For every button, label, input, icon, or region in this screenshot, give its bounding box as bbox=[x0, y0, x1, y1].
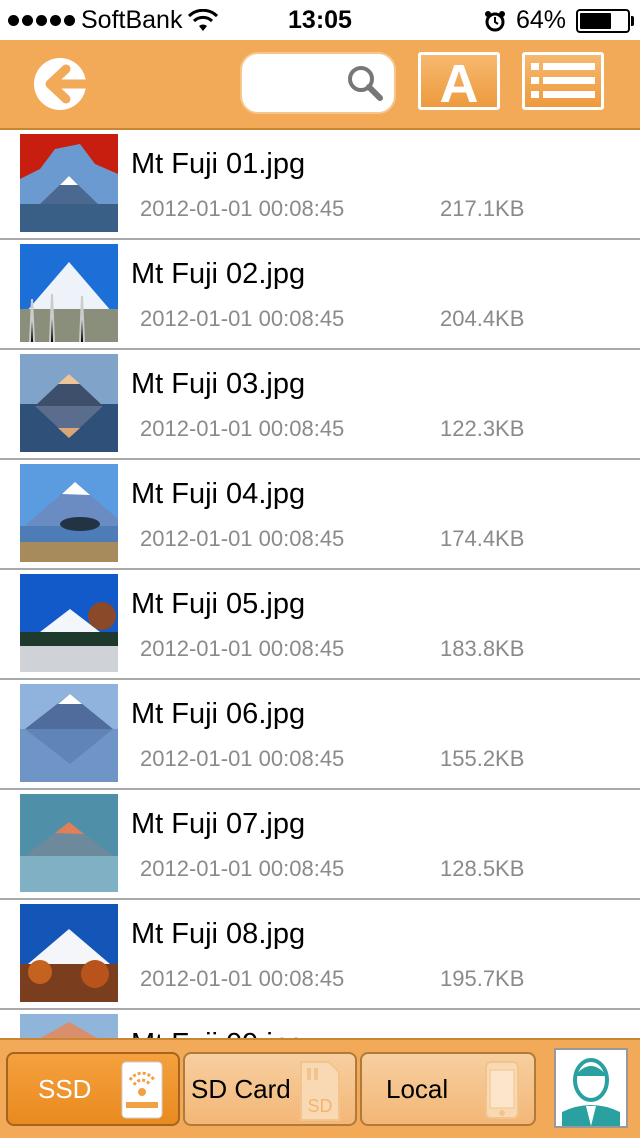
file-date: 2012-01-01 00:08:45 bbox=[140, 416, 345, 441]
sd-card-icon: SD bbox=[300, 1061, 340, 1121]
thumbnail bbox=[20, 354, 118, 452]
file-size: 183.8KB bbox=[440, 636, 525, 661]
list-item[interactable]: Mt Fuji 06.jpg 2012-01-01 00:08:45 155.2… bbox=[0, 680, 640, 790]
file-name: Mt Fuji 03.jpg bbox=[131, 368, 306, 400]
tab-ssd[interactable]: SSD bbox=[6, 1052, 180, 1126]
list-item[interactable]: Mt Fuji 01.jpg 2012-01-01 00:08:45 217.1… bbox=[0, 130, 640, 240]
file-date: 2012-01-01 00:08:45 bbox=[140, 856, 345, 881]
file-name: Mt Fuji 07.jpg bbox=[131, 808, 306, 840]
file-size: 155.2KB bbox=[440, 746, 525, 771]
list-view-icon bbox=[531, 63, 595, 98]
list-item[interactable]: Mt Fuji 02.jpg 2012-01-01 00:08:45 204.4… bbox=[0, 240, 640, 350]
thumbnail bbox=[20, 684, 118, 782]
tab-ssd-label: SSD bbox=[38, 1074, 92, 1104]
file-name: Mt Fuji 05.jpg bbox=[131, 588, 306, 620]
file-size: 204.4KB bbox=[440, 306, 525, 331]
tab-sd-card[interactable]: SD Card SD bbox=[183, 1052, 357, 1126]
battery-icon bbox=[576, 8, 634, 33]
battery-percent: 64% bbox=[515, 6, 566, 34]
list-item[interactable]: Mt Fuji 04.jpg 2012-01-01 00:08:45 174.4… bbox=[0, 460, 640, 570]
thumbnail bbox=[20, 1014, 118, 1038]
thumbnail bbox=[20, 464, 118, 562]
file-size: 128.5KB bbox=[440, 856, 525, 881]
list-item[interactable]: Mt Fuji 05.jpg 2012-01-01 00:08:45 183.8… bbox=[0, 570, 640, 680]
search-icon[interactable] bbox=[346, 64, 384, 102]
tab-sd-label: SD Card bbox=[191, 1074, 291, 1104]
tab-local-label: Local bbox=[386, 1074, 449, 1104]
file-list: Mt Fuji 01.jpg 2012-01-01 00:08:45 217.1… bbox=[0, 130, 640, 1038]
file-name: Mt Fuji 01.jpg bbox=[131, 148, 306, 180]
wireless-ssd-icon bbox=[121, 1061, 163, 1119]
tab-local[interactable]: Local bbox=[360, 1052, 536, 1126]
list-item[interactable]: Mt Fuji 09.jpg bbox=[0, 1010, 640, 1038]
toolbar: A bbox=[0, 40, 640, 130]
list-item[interactable]: Mt Fuji 03.jpg 2012-01-01 00:08:45 122.3… bbox=[0, 350, 640, 460]
user-profile-button[interactable] bbox=[554, 1048, 628, 1128]
file-name: Mt Fuji 06.jpg bbox=[131, 698, 306, 730]
list-item[interactable]: Mt Fuji 08.jpg 2012-01-01 00:08:45 195.7… bbox=[0, 900, 640, 1010]
tab-bar: SSD SD Card SD Local bbox=[0, 1038, 640, 1138]
search-field[interactable] bbox=[240, 52, 396, 114]
file-date: 2012-01-01 00:08:45 bbox=[140, 636, 345, 661]
font-size-icon: A bbox=[439, 54, 479, 114]
file-name: Mt Fuji 09.jpg bbox=[131, 1028, 305, 1038]
file-size: 217.1KB bbox=[440, 196, 525, 221]
file-name: Mt Fuji 02.jpg bbox=[131, 258, 306, 290]
status-bar: SoftBank 13:05 64% bbox=[0, 0, 640, 40]
back-arrow-icon[interactable] bbox=[30, 55, 92, 113]
font-size-button[interactable]: A bbox=[418, 52, 500, 114]
sd-icon-text: SD bbox=[307, 1096, 332, 1116]
thumbnail bbox=[20, 794, 118, 892]
file-name: Mt Fuji 08.jpg bbox=[131, 918, 306, 950]
thumbnail bbox=[20, 244, 118, 342]
file-date: 2012-01-01 00:08:45 bbox=[140, 196, 345, 221]
file-size: 195.7KB bbox=[440, 966, 525, 991]
list-view-button[interactable] bbox=[522, 52, 604, 110]
phone-icon bbox=[485, 1061, 519, 1119]
file-date: 2012-01-01 00:08:45 bbox=[140, 306, 345, 331]
user-avatar-icon bbox=[562, 1058, 620, 1126]
file-name: Mt Fuji 04.jpg bbox=[131, 478, 306, 510]
file-date: 2012-01-01 00:08:45 bbox=[140, 746, 345, 771]
file-size: 122.3KB bbox=[440, 416, 525, 441]
list-item[interactable]: Mt Fuji 07.jpg 2012-01-01 00:08:45 128.5… bbox=[0, 790, 640, 900]
thumbnail bbox=[20, 574, 118, 672]
thumbnail bbox=[20, 134, 118, 232]
thumbnail bbox=[20, 904, 118, 1002]
file-date: 2012-01-01 00:08:45 bbox=[140, 966, 345, 991]
file-size: 174.4KB bbox=[440, 526, 525, 551]
alarm-icon bbox=[484, 10, 505, 31]
file-date: 2012-01-01 00:08:45 bbox=[140, 526, 345, 551]
